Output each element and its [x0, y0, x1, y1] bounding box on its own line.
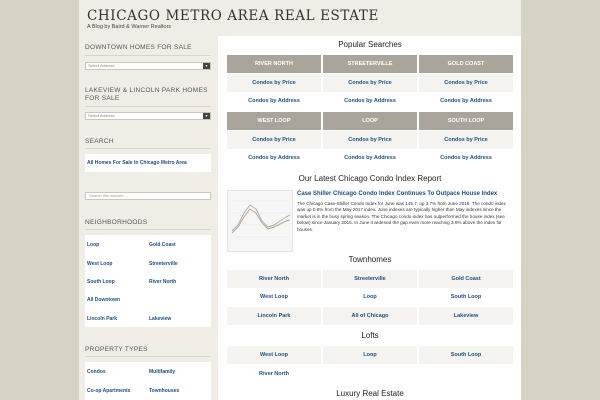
downtown-heading: DOWNTOWN HOMES FOR SALE: [85, 44, 192, 51]
condos-by-address-link[interactable]: Condos by Address: [227, 92, 321, 110]
search-input[interactable]: Search this website ...: [85, 192, 211, 200]
condos-by-price-link[interactable]: Condos by Price: [419, 131, 513, 149]
property-type-link[interactable]: Condos: [87, 369, 106, 375]
condos-by-price-link[interactable]: Condos by Price: [323, 74, 417, 92]
search-heading: SEARCH: [85, 138, 114, 145]
luxury-real-estate-title: Luxury Real Estate: [336, 389, 404, 398]
select-value: Select Address: [88, 113, 115, 118]
popular-header: GOLD COAST: [419, 55, 513, 73]
main-content: Popular Searches RIVER NORTH STREETERVIL…: [227, 36, 513, 400]
article-title-link[interactable]: Case Shiller Chicago Condo Index Continu…: [297, 191, 497, 197]
townhomes-title: Townhomes: [348, 255, 392, 264]
page: CHICAGO METRO AREA REAL ESTATE A Blog by…: [79, 0, 521, 400]
condos-by-price-link[interactable]: Condos by Price: [227, 74, 321, 92]
neighborhoods-box: Loop Gold Coast West Loop Streeterville …: [85, 235, 211, 327]
all-homes-link[interactable]: All Homes For Sale In Chicago Metro Area: [87, 160, 187, 166]
loft-empty-cell: [323, 365, 417, 383]
townhome-link[interactable]: All of Chicago: [323, 307, 417, 325]
article-thumbnail[interactable]: [227, 190, 293, 252]
townhome-link[interactable]: Loop: [323, 288, 417, 306]
neighborhood-link[interactable]: Streeterville: [149, 261, 178, 267]
neighborhood-link[interactable]: All Downtown: [87, 297, 120, 303]
townhome-link[interactable]: Streeterville: [323, 270, 417, 288]
condos-by-address-link[interactable]: Condos by Address: [419, 92, 513, 110]
divider: [85, 356, 211, 357]
neighborhood-link[interactable]: Lincoln Park: [87, 316, 117, 322]
popular-header: LOOP: [323, 112, 417, 130]
lakeview-address-select[interactable]: Select Address ▾: [85, 112, 211, 120]
lakeview-heading: LAKEVIEW & LINCOLN PARK HOMES FOR SALE: [85, 87, 208, 102]
condo-index-report-title: Our Latest Chicago Condo Index Report: [298, 174, 442, 183]
site-description: A Blog by Baird & Warner Realtors: [87, 24, 172, 30]
neighborhood-link[interactable]: Gold Coast: [149, 242, 176, 248]
sidebar: DOWNTOWN HOMES FOR SALE Select Address ▾…: [79, 36, 218, 400]
property-type-link[interactable]: Multifamily: [149, 369, 175, 375]
property-type-link[interactable]: Townhouses: [149, 388, 179, 394]
popular-header: STREETERVILLE: [323, 55, 417, 73]
neighborhood-link[interactable]: South Loop: [87, 279, 115, 285]
condos-by-address-link[interactable]: Condos by Address: [323, 149, 417, 167]
townhome-link[interactable]: Lakeview: [419, 307, 513, 325]
select-value: Select Address: [88, 63, 115, 68]
condos-by-address-link[interactable]: Condos by Address: [419, 149, 513, 167]
lofts-title: Lofts: [361, 331, 379, 340]
site-title[interactable]: CHICAGO METRO AREA REAL ESTATE: [87, 8, 379, 24]
site-header: CHICAGO METRO AREA REAL ESTATE A Blog by…: [79, 0, 521, 36]
chart-thumbnail-icon: [231, 200, 291, 238]
popular-header: RIVER NORTH: [227, 55, 321, 73]
townhome-link[interactable]: South Loop: [419, 288, 513, 306]
search-link-box: All Homes For Sale In Chicago Metro Area: [85, 154, 211, 172]
popular-searches-title: Popular Searches: [338, 40, 402, 49]
divider: [85, 106, 211, 107]
townhome-link[interactable]: West Loop: [227, 288, 321, 306]
neighborhood-link[interactable]: West Loop: [87, 261, 112, 267]
dropdown-arrow-icon: ▾: [203, 63, 210, 69]
popular-header: SOUTH LOOP: [419, 112, 513, 130]
divider: [85, 148, 211, 149]
divider: [85, 229, 211, 230]
article-excerpt: The Chicago Case-Shiller Condo Index for…: [297, 201, 506, 232]
property-type-link[interactable]: Co-op Apartments: [87, 388, 130, 394]
downtown-address-select[interactable]: Select Address ▾: [85, 62, 211, 70]
condos-by-price-link[interactable]: Condos by Price: [227, 131, 321, 149]
property-types-box: Condos Multifamily Co-op Apartments Town…: [85, 362, 211, 400]
loft-link[interactable]: South Loop: [419, 346, 513, 364]
neighborhood-link[interactable]: Loop: [87, 242, 99, 248]
condos-by-address-link[interactable]: Condos by Address: [323, 92, 417, 110]
loft-link[interactable]: River North: [227, 365, 321, 383]
neighborhood-link[interactable]: Lakeview: [149, 316, 171, 322]
dropdown-arrow-icon: ▾: [203, 113, 210, 119]
loft-empty-cell: [419, 365, 513, 383]
condos-by-price-link[interactable]: Condos by Price: [419, 74, 513, 92]
neighborhoods-heading: NEIGHBORHOODS: [85, 219, 148, 226]
townhome-link[interactable]: Lincoln Park: [227, 307, 321, 325]
condos-by-address-link[interactable]: Condos by Address: [227, 149, 321, 167]
loft-link[interactable]: West Loop: [227, 346, 321, 364]
loft-link[interactable]: Loop: [323, 346, 417, 364]
property-types-heading: PROPERTY TYPES: [85, 346, 148, 353]
neighborhood-link[interactable]: River North: [149, 279, 176, 285]
townhome-link[interactable]: River North: [227, 270, 321, 288]
popular-header: WEST LOOP: [227, 112, 321, 130]
condos-by-price-link[interactable]: Condos by Price: [323, 131, 417, 149]
townhome-link[interactable]: Gold Coast: [419, 270, 513, 288]
divider: [85, 55, 211, 56]
